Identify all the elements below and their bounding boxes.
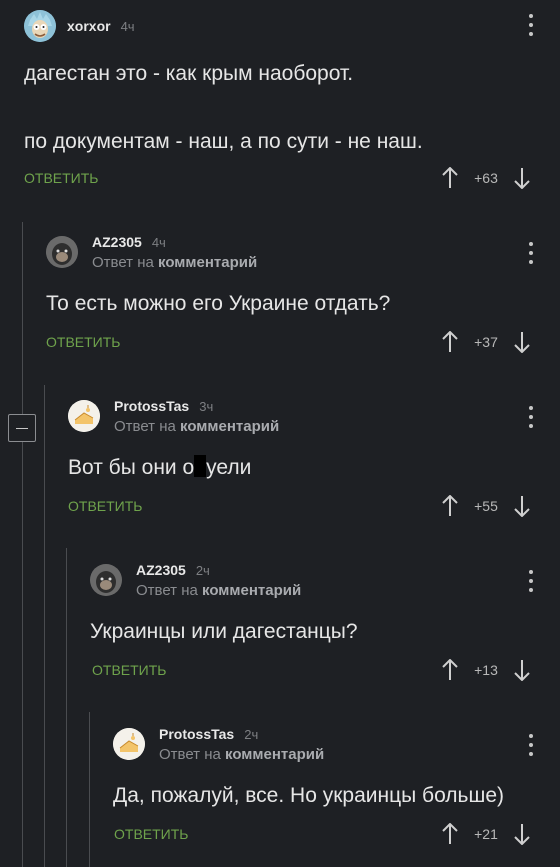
timestamp: 4ч <box>120 19 135 34</box>
reply-button[interactable]: ОТВЕТИТЬ <box>92 662 166 678</box>
score: +37 <box>474 334 498 350</box>
upvote-arrow-icon[interactable] <box>440 330 460 354</box>
score: +63 <box>474 170 498 186</box>
upvote-arrow-icon[interactable] <box>440 822 460 846</box>
comment-text: Да, пожалуй, все. Но украинцы больше) <box>113 784 505 807</box>
collapse-thread-button[interactable] <box>8 414 36 442</box>
reply-button[interactable]: ОТВЕТИТЬ <box>114 826 188 842</box>
comment-text: То есть можно его Украине отдать? <box>46 292 391 315</box>
more-options-icon[interactable] <box>525 242 537 264</box>
monkey-avatar-icon[interactable] <box>46 236 78 268</box>
reply-button[interactable]: ОТВЕТИТЬ <box>46 334 120 350</box>
reply-to-target[interactable]: комментарий <box>180 418 279 435</box>
username[interactable]: AZ2305 <box>136 562 186 578</box>
more-options-icon[interactable] <box>525 570 537 592</box>
username[interactable]: ProtossTas <box>114 398 189 414</box>
timestamp: 4ч <box>151 234 166 250</box>
username[interactable]: AZ2305 <box>92 234 142 250</box>
comment-text-part: Вот бы они о <box>68 456 195 479</box>
rick-avatar-icon[interactable] <box>24 10 56 42</box>
reply-button[interactable]: ОТВЕТИТЬ <box>24 170 98 186</box>
cake-avatar-icon[interactable] <box>68 400 100 432</box>
score: +55 <box>474 498 498 514</box>
reply-to-link[interactable]: Ответ на комментарий <box>159 746 324 763</box>
monkey-avatar-icon[interactable] <box>90 564 122 596</box>
upvote-arrow-icon[interactable] <box>440 658 460 682</box>
username[interactable]: ProtossTas <box>159 726 234 742</box>
reply-to-prefix: Ответ на <box>159 745 221 763</box>
more-options-icon[interactable] <box>525 406 537 428</box>
censor-block <box>194 455 207 477</box>
comment-text-part: уели <box>206 456 252 479</box>
reply-button[interactable]: ОТВЕТИТЬ <box>68 498 142 514</box>
downvote-arrow-icon[interactable] <box>512 658 532 682</box>
comment-text: Украинцы или дагестанцы? <box>90 620 358 643</box>
more-options-icon[interactable] <box>525 14 537 36</box>
reply-to-prefix: Ответ на <box>92 253 154 271</box>
thread-line <box>89 712 90 867</box>
downvote-arrow-icon[interactable] <box>512 822 532 846</box>
comment-text: по документам - наш, а по сути - не наш. <box>24 130 423 153</box>
score: +13 <box>474 662 498 678</box>
username[interactable]: xorxor <box>67 18 111 34</box>
minus-icon <box>16 427 28 429</box>
downvote-arrow-icon[interactable] <box>512 494 532 518</box>
reply-to-link[interactable]: Ответ на комментарий <box>136 582 301 599</box>
thread-line <box>44 385 45 867</box>
more-options-icon[interactable] <box>525 734 537 756</box>
timestamp: 3ч <box>199 398 214 414</box>
reply-to-link[interactable]: Ответ на комментарий <box>114 418 279 435</box>
thread-line <box>22 222 23 867</box>
timestamp: 2ч <box>244 726 259 742</box>
reply-to-target[interactable]: комментарий <box>225 746 324 763</box>
reply-to-prefix: Ответ на <box>136 581 198 599</box>
comment-text: Вот бы они о уели <box>68 453 251 483</box>
cake-avatar-icon[interactable] <box>113 728 145 760</box>
upvote-arrow-icon[interactable] <box>440 166 460 190</box>
reply-to-link[interactable]: Ответ на комментарий <box>92 254 257 271</box>
thread-line <box>66 548 67 867</box>
score: +21 <box>474 826 498 842</box>
reply-to-target[interactable]: комментарий <box>158 254 257 271</box>
timestamp: 2ч <box>195 562 210 578</box>
downvote-arrow-icon[interactable] <box>512 166 532 190</box>
downvote-arrow-icon[interactable] <box>512 330 532 354</box>
upvote-arrow-icon[interactable] <box>440 494 460 518</box>
reply-to-target[interactable]: комментарий <box>202 582 301 599</box>
comment-text: дагестан это - как крым наоборот. <box>24 62 354 85</box>
reply-to-prefix: Ответ на <box>114 417 176 435</box>
